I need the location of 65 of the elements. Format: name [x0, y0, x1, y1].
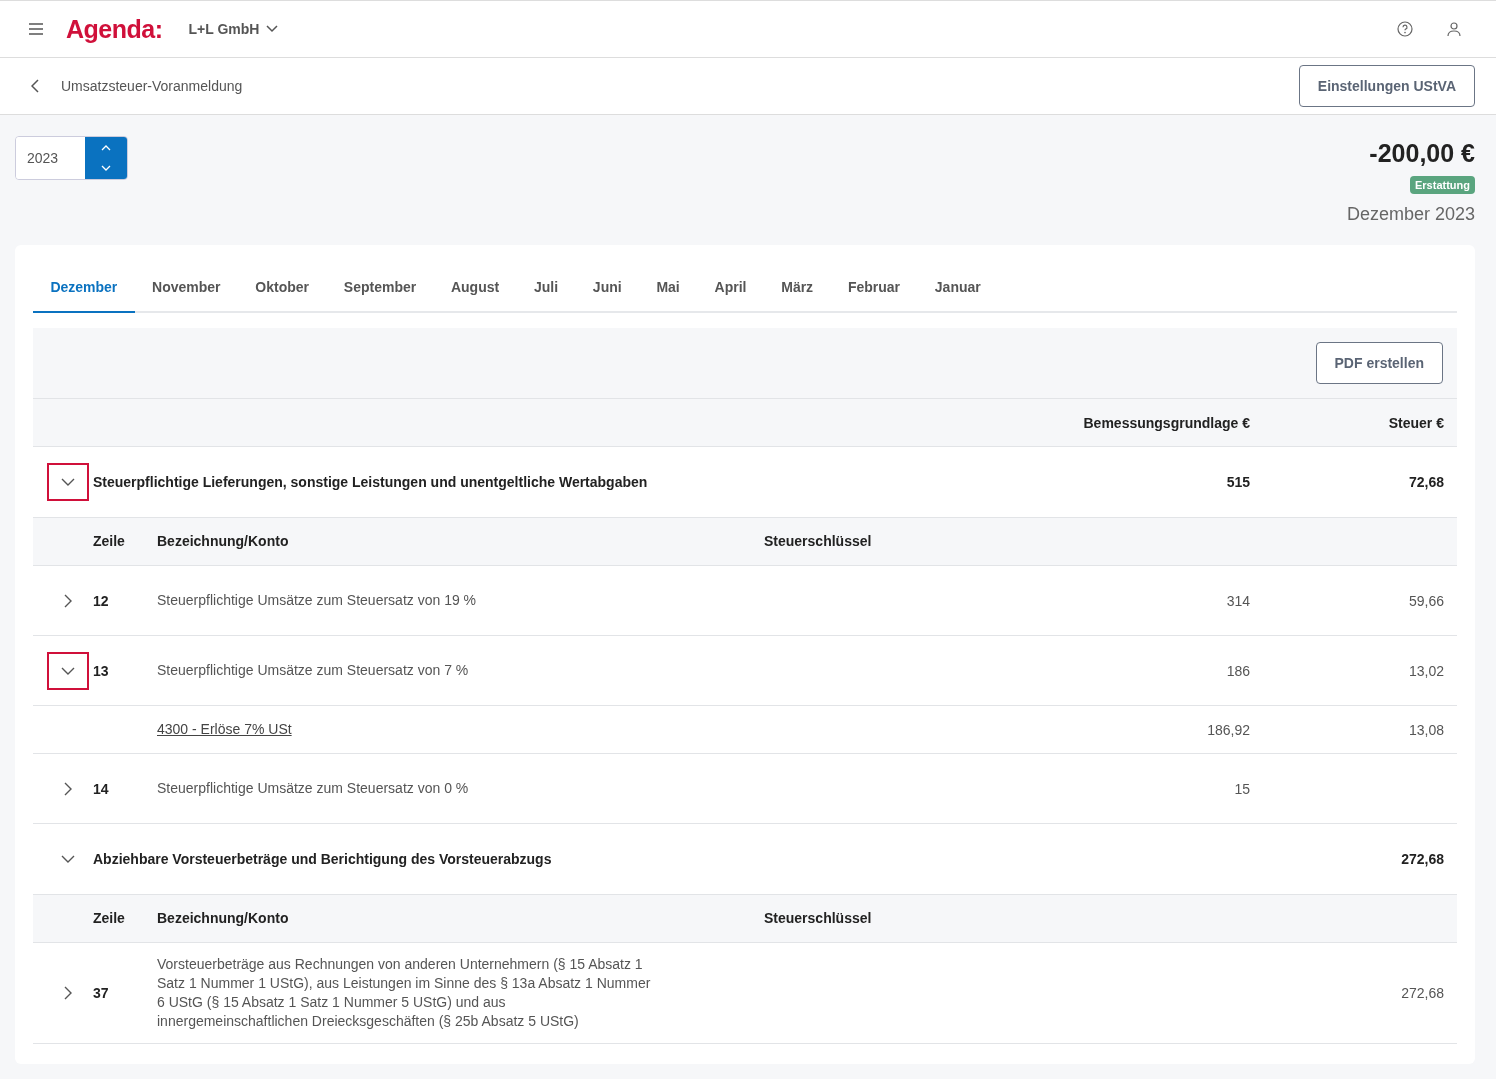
month-tab[interactable]: Dezember [33, 263, 135, 313]
section-title: Abziehbare Vorsteuerbeträge und Berichtigung des Vorsteuerabzugs [93, 851, 553, 867]
month-tab[interactable]: November [134, 263, 238, 313]
table-cell-text: 186,92 [1206, 721, 1250, 738]
table-cell-text: 13,08 [1407, 721, 1444, 738]
month-tab[interactable]: März [763, 263, 831, 313]
status-badge: Erstattung [1410, 176, 1475, 194]
back-icon[interactable] [31, 79, 39, 93]
chevron-right-icon [64, 593, 72, 608]
collapse-toggle[interactable] [47, 463, 89, 501]
line-number: 14 [93, 780, 110, 797]
logo[interactable]: Agenda: [66, 14, 163, 44]
chevron-down-icon [266, 25, 279, 33]
page-title: Umsatzsteuer-Voranmeldung [61, 78, 243, 94]
month-tab[interactable]: Januar [917, 263, 999, 313]
section-title: Steuerpflichtige Lieferungen, sonstige Leistungen und unentgeltliche Wertabgaben [93, 474, 649, 490]
year-spinner[interactable] [85, 137, 127, 179]
total-amount: -200,00 € [1369, 139, 1475, 168]
collapse-toggle[interactable] [47, 651, 89, 690]
column-header: Bemessungsgrundlage € [1082, 414, 1250, 431]
table-cell-text: 59,66 [1407, 592, 1444, 609]
table-cell-text: 515 [1225, 474, 1250, 490]
line-number: 13 [93, 662, 110, 679]
table-cell-text: Steuerpflichtige Umsätze zum Steuersatz von 0 % [157, 779, 470, 798]
table-cell-text: Steuerpflichtige Umsätze zum Steuersatz von 7 % [157, 661, 470, 680]
chevron-down-icon [61, 478, 75, 486]
month-tab[interactable]: Mai [639, 263, 698, 313]
table-cell-text: 13,02 [1407, 662, 1444, 679]
table-cell-text: 272,68 [1400, 985, 1444, 1001]
menu-icon[interactable] [28, 23, 44, 35]
period-label: Dezember 2023 [1346, 204, 1475, 225]
chevron-right-icon [64, 986, 72, 1000]
pdf-button[interactable]: PDF erstellen [1315, 342, 1443, 384]
chevron-right-icon [64, 781, 72, 796]
month-tab[interactable]: April [697, 263, 764, 313]
column-header: Steuer € [1387, 414, 1444, 431]
table-cell-text: 72,68 [1407, 474, 1444, 490]
column-header: Zeile [93, 532, 126, 551]
column-header: Zeile [93, 909, 126, 928]
column-header: Bezeichnung/Konto [157, 909, 290, 928]
column-header: Steuerschlüssel [764, 909, 873, 928]
chevron-down-icon [61, 666, 75, 675]
help-icon[interactable] [1397, 21, 1413, 37]
company-selector[interactable]: L+L GmbH [188, 21, 279, 37]
chevron-down-icon [61, 855, 75, 863]
table-cell-text: 186 [1225, 662, 1250, 679]
month-tab[interactable]: August [433, 263, 517, 313]
month-tab[interactable]: Juli [516, 263, 576, 313]
year-field[interactable]: 2023 [15, 136, 128, 180]
table-cell-text: Vorsteuerbeträge aus Rechnungen von anderen Unternehmern (§ 15 Absatz 1 Satz 1 Nummer 1 UStG), aus Leistungen im Sinne des § 13a Absatz 1 Nummer 6 UStG (§ 15 Absatz 1 Satz 1 Nummer 5 UStG) und aus innergemeinschaftlichen Dreiecksgeschäften (§ 25b Absatz 5 UStG) [157, 955, 652, 1031]
table-cell-text: Steuerpflichtige Umsätze zum Steuersatz von 19 % [157, 591, 478, 610]
column-header: Bezeichnung/Konto [157, 532, 290, 551]
month-tab[interactable]: September [326, 263, 434, 313]
month-tab[interactable]: Februar [830, 263, 918, 313]
table-cell-text: 272,68 [1400, 851, 1444, 867]
settings-button[interactable]: Einstellungen UStVA [1298, 65, 1475, 107]
account-link[interactable]: 4300 - Erlöse 7% USt [157, 720, 764, 739]
month-tab[interactable]: Juni [575, 263, 640, 313]
line-number: 12 [93, 592, 110, 609]
table-cell-text: 15 [1233, 780, 1250, 797]
table-cell-text: 314 [1225, 592, 1250, 609]
line-number: 37 [93, 985, 110, 1001]
column-header: Steuerschlüssel [764, 532, 873, 551]
user-icon[interactable] [1446, 21, 1462, 37]
month-tab[interactable]: Oktober [237, 263, 327, 313]
